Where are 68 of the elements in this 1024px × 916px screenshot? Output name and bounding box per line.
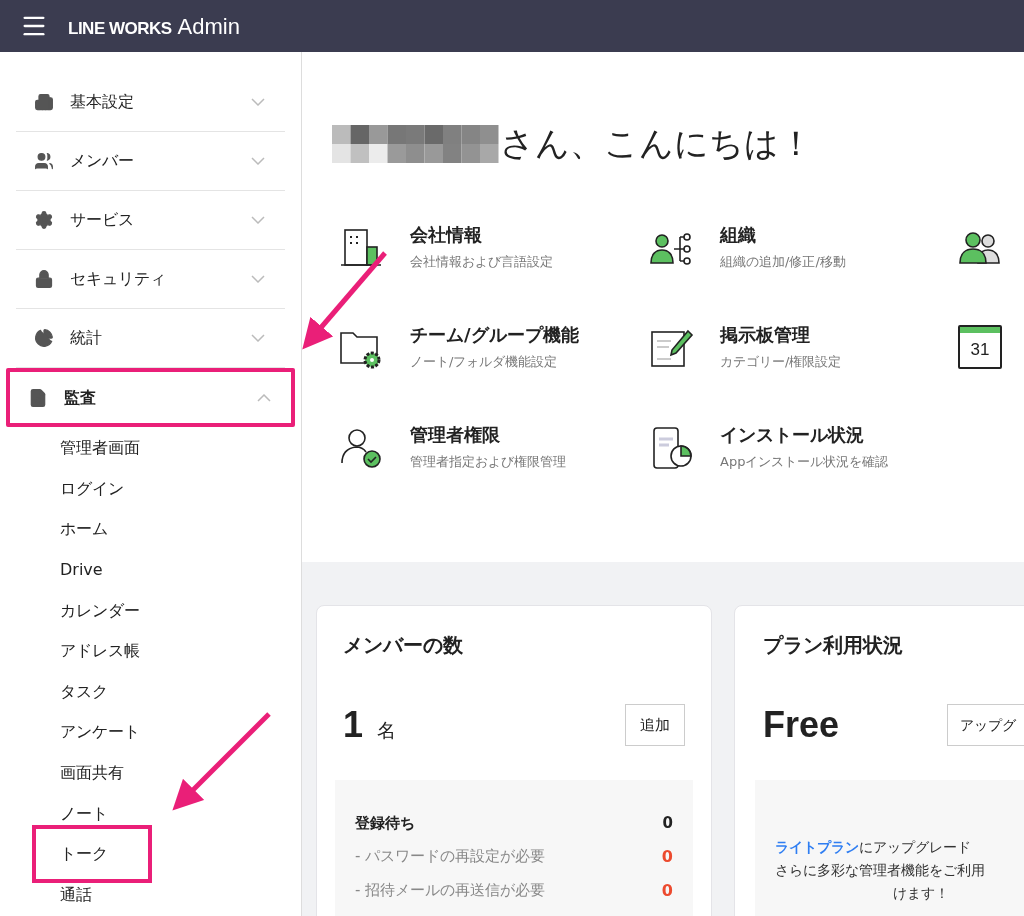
sidebar-item[interactable]: 画面共有: [32, 761, 124, 786]
shortcut-item[interactable]: 掲示板管理 カテゴリー/権限設定: [648, 325, 958, 371]
pending-count: 0: [661, 879, 673, 902]
brand-logo: LINE WORKS: [68, 17, 172, 40]
plan-link[interactable]: ライトプラン: [775, 836, 859, 858]
chevron-down-icon: [251, 98, 265, 106]
sidebar-item[interactable]: トーク: [32, 825, 152, 884]
shortcut-title: 掲示板管理: [720, 323, 811, 347]
shortcut-title: チーム/グループ機能: [410, 323, 579, 347]
calendar-icon: 31: [958, 325, 1002, 369]
sidebar-group[interactable]: 監査: [6, 368, 295, 427]
sidebar-group[interactable]: サービス: [16, 191, 285, 250]
upgrade-text: けます！: [892, 884, 949, 903]
sidebar-item[interactable]: アンケート: [32, 720, 140, 745]
upgrade-text: さらに多彩な管理者機能をご利用: [775, 861, 985, 880]
shortcut-description: 管理者指定および権限管理: [410, 453, 566, 471]
members-icon: [34, 151, 54, 171]
sidebar-group[interactable]: 基本設定: [16, 73, 285, 132]
shortcut-title: 組織: [720, 223, 757, 247]
sidebar-item[interactable]: Drive: [32, 558, 103, 583]
upgrade-button[interactable]: アップグ: [947, 704, 1024, 746]
pending-count: 0: [662, 813, 673, 834]
chevron-down-icon: [251, 275, 265, 283]
sidebar-item[interactable]: ノート: [32, 801, 108, 826]
plan-name: Free: [763, 703, 840, 747]
sidebar-item[interactable]: カレンダー: [32, 598, 140, 623]
sidebar-item[interactable]: ホーム: [32, 517, 108, 542]
pending-label: 登録待ち: [355, 813, 415, 834]
sidebar-item[interactable]: 通話: [32, 882, 92, 907]
pending-count: 0: [661, 845, 673, 868]
sidebar-item[interactable]: ログイン: [32, 476, 124, 501]
shortcut-item[interactable]: チーム/グループ機能 ノート/フォルダ機能設定: [338, 325, 648, 371]
card-title: メンバーの数: [342, 632, 464, 659]
settings-icon: [34, 210, 54, 230]
add-button[interactable]: 追加: [625, 704, 685, 746]
card-title: プラン利用状況: [762, 632, 904, 659]
sidebar-item[interactable]: タスク: [32, 679, 108, 704]
chevron-down-icon: [251, 216, 265, 224]
pie-chart-icon: [34, 328, 54, 348]
pending-label: - 招待メールの再送信が必要: [355, 879, 546, 901]
shortcut-title: 管理者権限: [410, 423, 501, 447]
shortcut-title: インストール状況: [720, 423, 865, 447]
shortcut-item[interactable]: 組織 組織の追加/修正/移動: [648, 225, 958, 271]
shortcut-item[interactable]: 会社情報 会社情報および言語設定: [338, 225, 648, 271]
sidebar-item[interactable]: 管理者画面: [32, 436, 140, 461]
shortcut-item[interactable]: インストール状況 Appインストール状況を確認: [648, 425, 958, 471]
sidebar-group[interactable]: セキュリティ: [16, 250, 285, 309]
lock-icon: [34, 269, 54, 289]
shortcut-description: Appインストール状況を確認: [720, 453, 889, 471]
chevron-down-icon: [251, 157, 265, 165]
count-unit: 名: [377, 718, 397, 743]
shortcut-description: ノート/フォルダ機能設定: [410, 353, 559, 371]
chevron-up-icon: [257, 393, 271, 402]
sidebar-group[interactable]: メンバー: [16, 132, 285, 191]
upgrade-text: にアップグレード: [859, 838, 971, 857]
greeting: さん、こんにちは！: [500, 122, 813, 165]
shortcut-description: 組織の追加/修正/移動: [720, 253, 846, 271]
shortcut-item[interactable]: 管理者権限 管理者指定および権限管理: [338, 425, 648, 471]
shortcut-description: 会社情報および言語設定: [410, 253, 553, 271]
pending-label: - パスワードの再設定が必要: [355, 845, 546, 867]
member-count: 1: [343, 703, 364, 747]
shortcut-item[interactable]: 31: [958, 325, 1024, 371]
shortcut-description: カテゴリー/権限設定: [720, 353, 842, 371]
sidebar-group[interactable]: 統計: [16, 309, 285, 368]
shortcut-title: 会社情報: [410, 223, 483, 247]
product-name: Admin: [177, 12, 240, 41]
sidebar-item[interactable]: アドレス帳: [32, 639, 140, 664]
chevron-down-icon: [251, 334, 265, 342]
